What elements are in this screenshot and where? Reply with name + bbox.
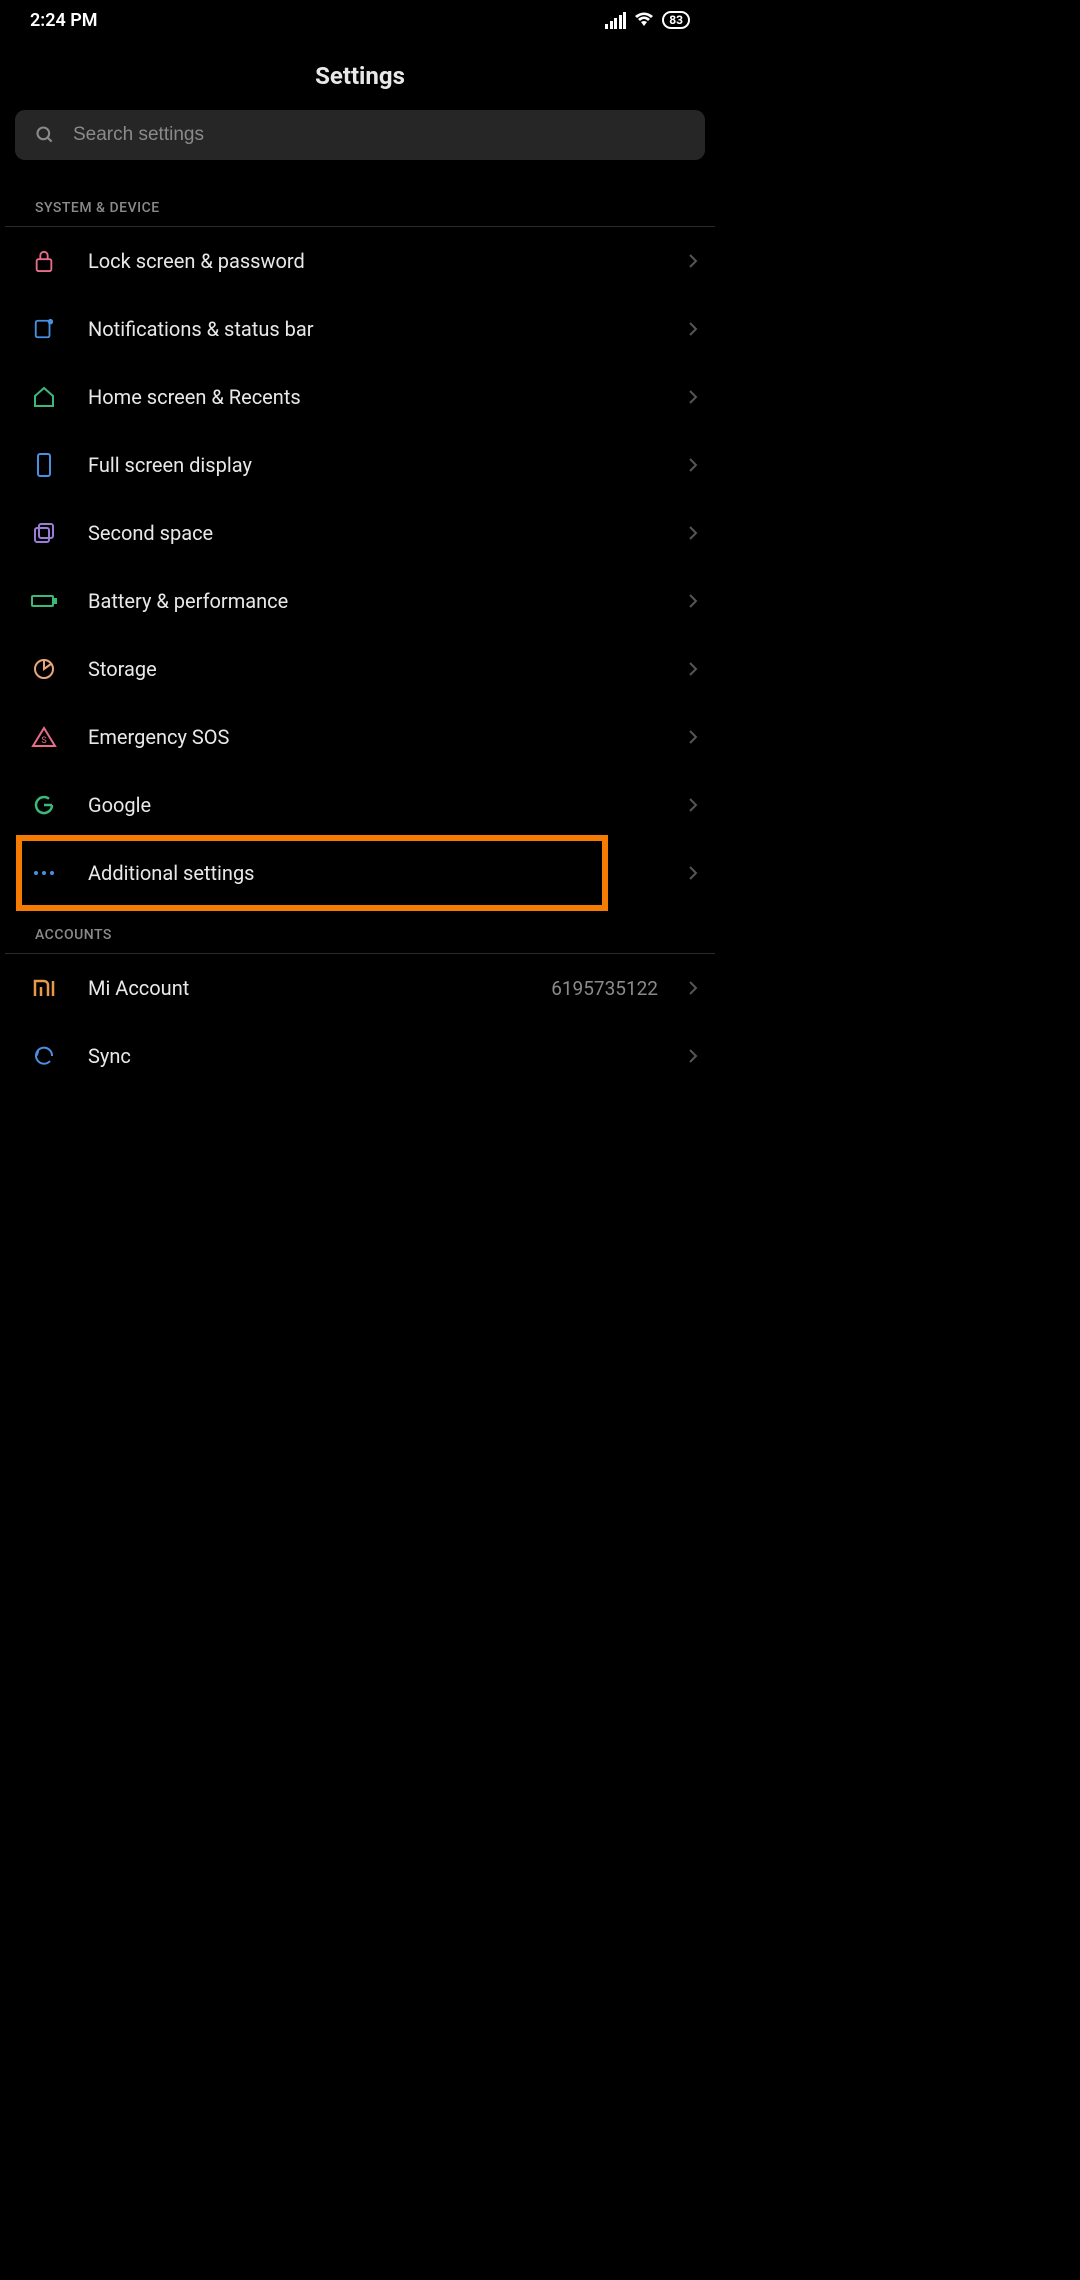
chevron-right-icon (688, 593, 698, 609)
settings-item-emergency[interactable]: S Emergency SOS (0, 703, 720, 771)
chevron-right-icon (688, 525, 698, 541)
list-item-label: Storage (88, 657, 658, 681)
chevron-right-icon (688, 729, 698, 745)
list-item-value: 6195735122 (551, 977, 658, 1000)
list-item-label: Full screen display (88, 453, 658, 477)
status-bar: 2:24 PM 83 (0, 0, 720, 40)
settings-item-second-space[interactable]: Second space (0, 499, 720, 567)
list-item-label: Google (88, 793, 658, 817)
chevron-right-icon (688, 797, 698, 813)
layers-icon (30, 519, 58, 547)
settings-item-lock-screen[interactable]: Lock screen & password (0, 227, 720, 295)
battery-icon (30, 587, 58, 615)
chevron-right-icon (688, 321, 698, 337)
home-icon (30, 383, 58, 411)
chevron-right-icon (688, 389, 698, 405)
svg-text:S: S (41, 736, 46, 746)
chevron-right-icon (688, 253, 698, 269)
list-item-label: Mi Account (88, 976, 521, 1000)
notification-icon (30, 315, 58, 343)
list-item-label: Home screen & Recents (88, 385, 658, 409)
chevron-right-icon (688, 865, 698, 881)
chevron-right-icon (688, 661, 698, 677)
status-time: 2:24 PM (30, 10, 98, 31)
list-item-label: Emergency SOS (88, 725, 658, 749)
section-header-accounts: ACCOUNTS (5, 907, 715, 954)
list-item-label: Second space (88, 521, 658, 545)
settings-item-additional[interactable]: Additional settings (0, 839, 720, 907)
page-title: Settings (0, 40, 720, 110)
list-item-label: Notifications & status bar (88, 317, 658, 341)
cellular-signal-icon (605, 12, 626, 29)
list-item-label: Lock screen & password (88, 249, 658, 273)
search-input[interactable] (73, 124, 685, 146)
section-header-system-device: SYSTEM & DEVICE (5, 180, 715, 227)
settings-item-sync[interactable]: Sync (0, 1022, 720, 1090)
chevron-right-icon (688, 980, 698, 996)
list-item-label: Additional settings (88, 861, 658, 885)
chevron-right-icon (688, 1048, 698, 1064)
settings-item-google[interactable]: Google (0, 771, 720, 839)
sync-icon (30, 1042, 58, 1070)
status-right: 83 (605, 11, 690, 29)
battery-indicator: 83 (662, 11, 690, 29)
phone-icon (30, 451, 58, 479)
search-bar[interactable] (15, 110, 705, 160)
settings-item-battery[interactable]: Battery & performance (0, 567, 720, 635)
chevron-right-icon (688, 457, 698, 473)
dots-icon (30, 859, 58, 887)
google-icon (30, 791, 58, 819)
search-icon (35, 125, 55, 145)
wifi-icon (634, 12, 654, 28)
list-item-label: Sync (88, 1044, 658, 1068)
pie-icon (30, 655, 58, 683)
lock-icon (30, 247, 58, 275)
settings-item-storage[interactable]: Storage (0, 635, 720, 703)
mi-icon (30, 974, 58, 1002)
settings-item-notifications[interactable]: Notifications & status bar (0, 295, 720, 363)
settings-item-home-screen[interactable]: Home screen & Recents (0, 363, 720, 431)
list-item-label: Battery & performance (88, 589, 658, 613)
settings-item-mi-account[interactable]: Mi Account 6195735122 (0, 954, 720, 1022)
alert-icon: S (30, 723, 58, 751)
settings-item-full-screen[interactable]: Full screen display (0, 431, 720, 499)
